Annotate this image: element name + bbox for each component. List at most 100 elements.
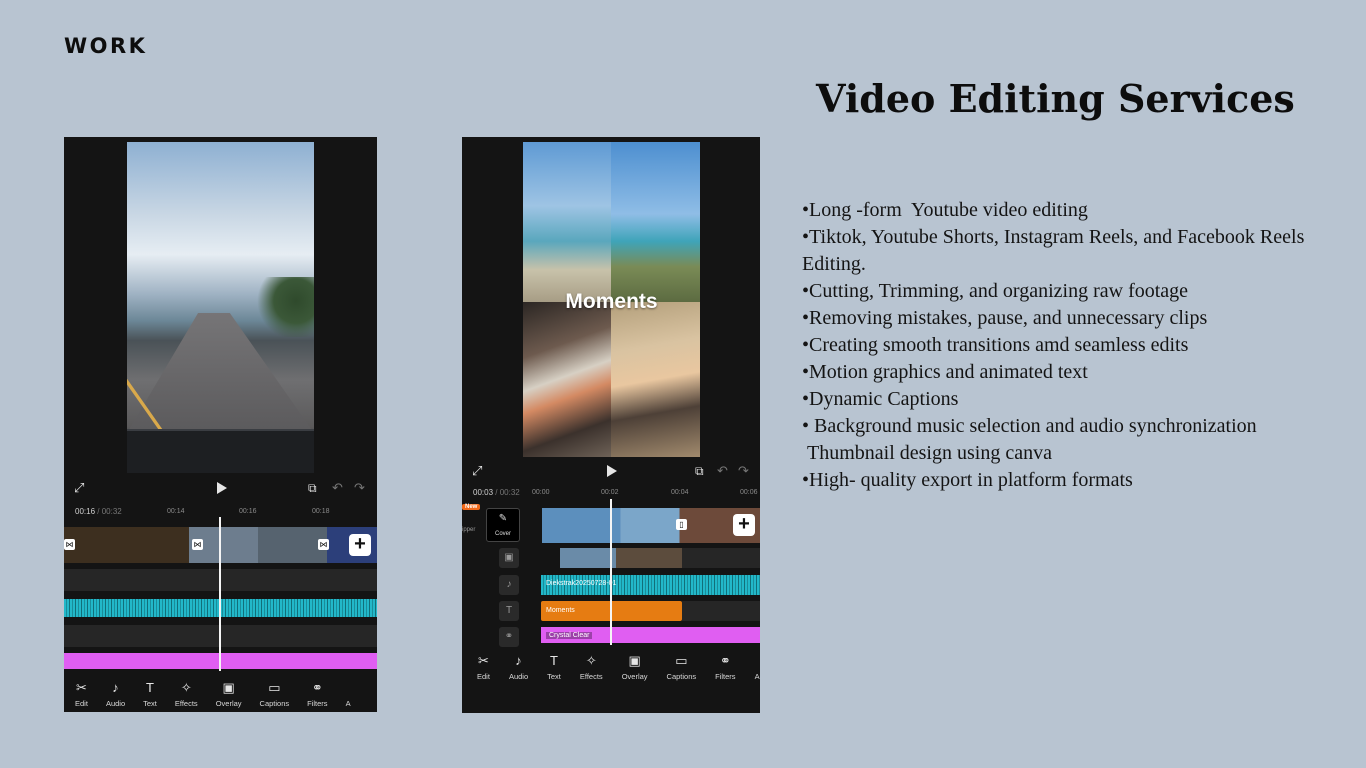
- fullscreen-icon[interactable]: ⤢: [74, 481, 84, 495]
- new-badge: New: [462, 504, 481, 510]
- page-title: Video Editing Services: [816, 76, 1295, 121]
- scissors-icon: ✂: [76, 680, 87, 695]
- transition-icon[interactable]: ⋈: [192, 539, 203, 550]
- editor-screenshot-1: ⤢ ⧉ ↶ ↷ 00:16 / 00:32 00:14 00:16 00:18 …: [64, 137, 377, 712]
- effect-track-icon[interactable]: ⚭: [499, 627, 519, 647]
- audio-clip-label: Diekstrak20250728-01: [546, 580, 617, 587]
- transition-icon[interactable]: ⋈: [64, 539, 75, 550]
- text-icon: T: [146, 680, 154, 695]
- timecode: 00:03 / 00:32: [473, 488, 520, 497]
- preview-title-text: Moments: [565, 290, 658, 313]
- effects-star-icon: ✧: [180, 680, 192, 695]
- tool-filters[interactable]: ⚭ Filters: [715, 653, 735, 681]
- tool-audio[interactable]: ♪ Audio: [509, 653, 528, 681]
- service-item: • Background music selection and audio s…: [802, 415, 1257, 437]
- collage-photo: [523, 142, 611, 302]
- editor-toolbar: ✂ Edit ♪ Audio T Text ✧ Effects ▣ Overlay ▭ Ca…: [462, 653, 760, 681]
- services-list: •Long -form Youtube video editing •Tikto…: [802, 197, 1342, 494]
- music-note-icon: ♪: [515, 653, 522, 668]
- empty-track: [682, 548, 760, 568]
- service-item: •Tiktok, Youtube Shorts, Instagram Reels…: [802, 226, 1310, 275]
- overlay-track-icon[interactable]: ▣: [499, 548, 519, 568]
- undo-icon[interactable]: ↶: [332, 481, 343, 495]
- collage-photo: [611, 302, 700, 457]
- compare-icon[interactable]: ⧉: [308, 481, 317, 495]
- tool-effects[interactable]: ✧ Effects: [175, 680, 198, 708]
- video-preview-road: [127, 142, 314, 473]
- video-clip-strip[interactable]: [542, 508, 760, 543]
- tick-label: 00:00: [532, 489, 550, 496]
- tool-edit[interactable]: ✂ Edit: [477, 653, 490, 681]
- text-track-icon[interactable]: T: [499, 601, 519, 621]
- editor-toolbar: ✂ Edit ♪ Audio T Text ✧ Effects ▣ Overlay ▭ Ca…: [64, 680, 377, 708]
- effects-star-icon: ✧: [585, 653, 597, 668]
- captions-icon: ▭: [675, 653, 688, 668]
- text-icon: T: [550, 653, 558, 668]
- tool-text[interactable]: T Text: [547, 653, 561, 681]
- service-item: •Removing mistakes, pause, and unnecessa…: [802, 307, 1208, 329]
- tool-overlay[interactable]: ▣ Overlay: [622, 653, 648, 681]
- service-item: Thumbnail design using canva: [802, 442, 1052, 464]
- playhead[interactable]: [219, 517, 221, 671]
- tool-captions[interactable]: ▭ Captions: [667, 653, 697, 681]
- service-item: •High- quality export in platform format…: [802, 469, 1133, 491]
- redo-icon[interactable]: ↷: [354, 481, 365, 495]
- clipper-label: ipper: [462, 527, 476, 533]
- filters-icon: ⚭: [719, 653, 731, 668]
- timecode-total: / 00:32: [495, 488, 520, 497]
- pencil-icon: ✎: [498, 513, 508, 524]
- section-label: WORK: [64, 34, 148, 58]
- tool-captions[interactable]: ▭ Captions: [260, 680, 290, 708]
- transition-icon[interactable]: ▯: [676, 519, 687, 530]
- overlay-icon: ▣: [628, 653, 641, 668]
- redo-icon[interactable]: ↷: [738, 464, 749, 478]
- timecode: 00:16 / 00:32: [75, 507, 122, 516]
- tool-more[interactable]: A: [346, 680, 351, 708]
- play-icon[interactable]: [607, 465, 617, 477]
- add-clip-button[interactable]: +: [349, 534, 371, 556]
- video-preview-collage: Moments: [523, 142, 700, 457]
- overlay-icon: ▣: [222, 680, 235, 695]
- fullscreen-icon[interactable]: ⤢: [472, 464, 482, 478]
- editor-screenshot-2: Moments ⤢ ⧉ ↶ ↷ 00:03 / 00:32 00:00 00:0…: [462, 137, 760, 713]
- tool-audio[interactable]: ♪ Audio: [106, 680, 125, 708]
- tick-label: 00:06: [740, 489, 758, 496]
- overlay-clip[interactable]: [560, 548, 682, 568]
- tick-label: 00:16: [239, 508, 257, 515]
- undo-icon[interactable]: ↶: [717, 464, 728, 478]
- empty-track: [682, 601, 760, 621]
- tool-more[interactable]: A: [755, 653, 760, 681]
- tool-edit[interactable]: ✂ Edit: [75, 680, 88, 708]
- add-clip-button[interactable]: +: [733, 514, 755, 536]
- timecode-total: / 00:32: [97, 507, 122, 516]
- tick-label: 00:04: [671, 489, 689, 496]
- trees-image: [254, 277, 314, 337]
- dashboard-image: [127, 429, 314, 473]
- tool-text[interactable]: T Text: [143, 680, 157, 708]
- tick-label: 00:18: [312, 508, 330, 515]
- tool-effects[interactable]: ✧ Effects: [580, 653, 603, 681]
- text-clip-label: Moments: [546, 607, 575, 614]
- transition-icon[interactable]: ⋈: [318, 539, 329, 550]
- cover-label: Cover: [494, 531, 511, 537]
- timecode-current: 00:16: [75, 507, 96, 516]
- service-item: •Motion graphics and animated text: [802, 361, 1088, 383]
- service-item: •Dynamic Captions: [802, 388, 959, 410]
- compare-icon[interactable]: ⧉: [695, 464, 704, 478]
- music-note-icon: ♪: [112, 680, 119, 695]
- playhead[interactable]: [610, 499, 612, 645]
- service-item: •Cutting, Trimming, and organizing raw f…: [802, 280, 1189, 302]
- filters-icon: ⚭: [311, 680, 323, 695]
- service-item: •Long -form Youtube video editing: [802, 199, 1088, 221]
- play-icon[interactable]: [217, 482, 227, 494]
- service-item: •Creating smooth transitions amd seamles…: [802, 334, 1189, 356]
- collage-photo: [523, 302, 611, 457]
- timecode-current: 00:03: [473, 488, 494, 497]
- tick-label: 00:02: [601, 489, 619, 496]
- audio-track-icon[interactable]: ♪: [499, 575, 519, 595]
- captions-icon: ▭: [268, 680, 281, 695]
- tool-filters[interactable]: ⚭ Filters: [307, 680, 327, 708]
- scissors-icon: ✂: [478, 653, 489, 668]
- tool-overlay[interactable]: ▣ Overlay: [216, 680, 242, 708]
- cover-button[interactable]: ✎ Cover: [486, 508, 520, 542]
